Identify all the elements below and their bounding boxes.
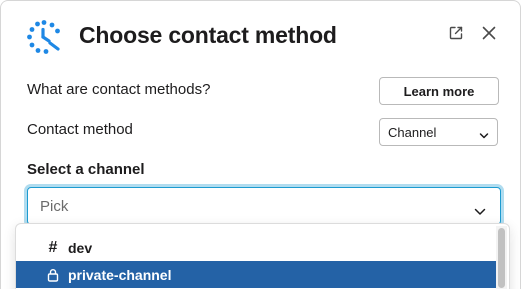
chevron-down-icon [474,203,486,221]
channel-select-input[interactable]: Pick [27,187,501,225]
open-in-new-window-button[interactable] [445,24,467,46]
lock-icon [43,268,63,282]
app-logo-icon [26,19,62,55]
modal-title: Choose contact method [79,22,337,48]
dropdown-scrollbar[interactable] [496,226,507,289]
select-channel-label: Select a channel [27,161,145,178]
external-link-icon [448,25,464,46]
hash-icon: # [48,238,58,256]
channel-select-placeholder: Pick [40,198,69,215]
channel-option-dev[interactable]: # dev [16,234,496,261]
modal-header: Choose contact method [1,1,520,71]
learn-more-button[interactable]: Learn more [379,77,499,105]
channel-option-label: dev [68,239,93,256]
channel-option-label: private-channel [68,266,172,283]
contact-method-value: Channel [388,124,437,140]
contact-method-label: Contact method [27,121,133,138]
contact-method-modal: Choose contact method What are contact m… [0,0,521,289]
scrollbar-thumb[interactable] [498,228,505,288]
close-button[interactable] [478,24,500,46]
channel-option-private-channel[interactable]: private-channel [16,261,496,288]
chevron-down-icon [479,128,489,143]
close-icon [482,26,496,45]
contact-method-select[interactable]: Channel [379,118,498,146]
channel-dropdown-list: # dev private-channel [15,223,510,289]
contact-methods-question: What are contact methods? [27,81,211,98]
